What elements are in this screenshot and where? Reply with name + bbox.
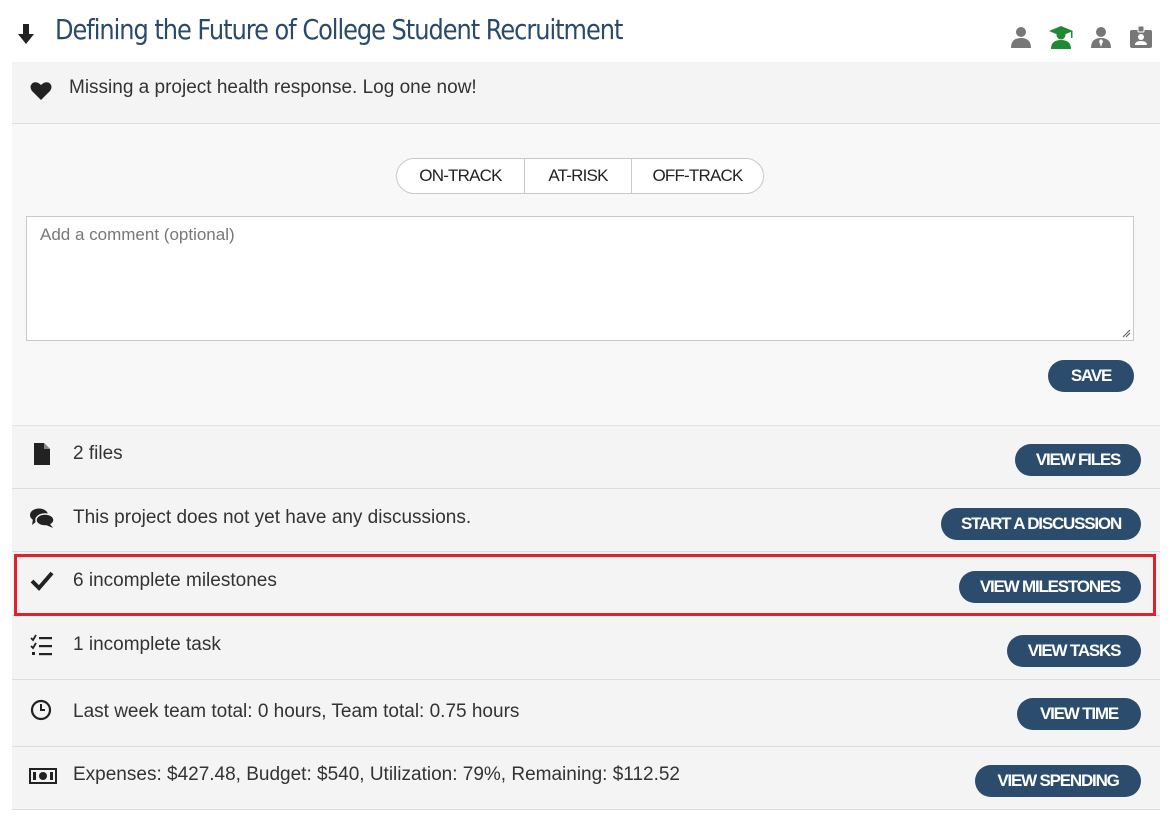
spending-summary: Expenses: $427.48, Budget: $540, Utiliza… (73, 764, 680, 785)
clock-icon (30, 699, 52, 721)
save-button[interactable]: SAVE (1048, 360, 1134, 392)
files-summary: 2 files (73, 443, 123, 464)
advisor-icon[interactable] (1088, 24, 1114, 50)
heart-icon (30, 82, 52, 100)
resize-grip-icon[interactable] (1122, 329, 1131, 338)
time-summary: Last week team total: 0 hours, Team tota… (73, 701, 520, 722)
on-track-button[interactable]: ON-TRACK (397, 159, 525, 193)
arrow-down-icon[interactable] (16, 22, 36, 46)
time-row: Last week team total: 0 hours, Team tota… (12, 680, 1160, 747)
comment-placeholder: Add a comment (optional) (40, 225, 235, 244)
discussions-summary: This project does not yet have any discu… (73, 507, 472, 528)
view-time-button[interactable]: VIEW TIME (1017, 698, 1141, 730)
task-list-icon (30, 634, 52, 656)
tasks-summary: 1 incomplete task (73, 634, 221, 655)
comment-textarea[interactable]: Add a comment (optional) (26, 216, 1134, 341)
at-risk-button[interactable]: AT-RISK (525, 159, 632, 193)
project-health-panel: Missing a project health response. Log o… (12, 62, 1160, 426)
files-row: 2 files VIEW FILES (12, 426, 1160, 489)
spending-row: Expenses: $427.48, Budget: $540, Utiliza… (12, 747, 1160, 810)
view-spending-button[interactable]: VIEW SPENDING (975, 765, 1141, 797)
view-tasks-button[interactable]: VIEW TASKS (1007, 635, 1141, 667)
money-icon (29, 768, 57, 784)
discussions-row: This project does not yet have any discu… (12, 489, 1160, 552)
view-milestones-button[interactable]: VIEW MILESTONES (959, 571, 1141, 603)
health-message[interactable]: Missing a project health response. Log o… (69, 77, 477, 99)
comments-icon (30, 508, 55, 528)
tasks-row: 1 incomplete task VIEW TASKS (12, 616, 1160, 680)
milestones-summary: 6 incomplete milestones (73, 570, 277, 591)
check-icon (30, 571, 54, 591)
off-track-button[interactable]: OFF-TRACK (632, 159, 763, 193)
file-icon (34, 443, 50, 465)
health-header: Missing a project health response. Log o… (12, 62, 1160, 124)
user-icon[interactable] (1008, 24, 1034, 50)
graduate-icon[interactable] (1048, 24, 1074, 50)
health-status-toggle: ON-TRACK AT-RISK OFF-TRACK (396, 158, 764, 194)
milestones-row: 6 incomplete milestones VIEW MILESTONES (12, 552, 1160, 616)
start-discussion-button[interactable]: START A DISCUSSION (941, 508, 1141, 540)
project-header: Defining the Future of College Student R… (0, 0, 1172, 62)
id-badge-icon[interactable] (1128, 24, 1154, 50)
view-files-button[interactable]: VIEW FILES (1015, 444, 1141, 476)
page-title: Defining the Future of College Student R… (55, 13, 623, 46)
